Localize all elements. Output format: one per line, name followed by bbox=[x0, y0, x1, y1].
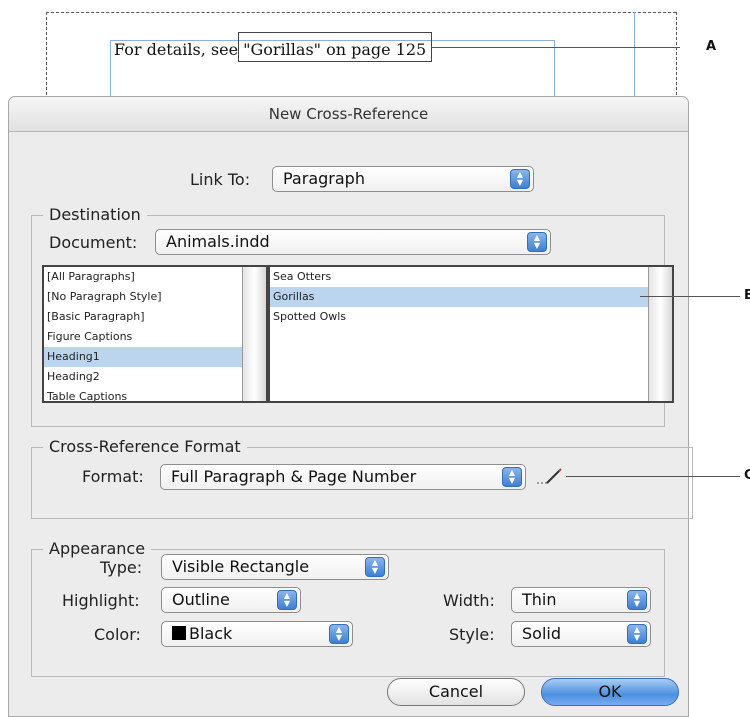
list-item[interactable]: Sea Otters bbox=[270, 267, 672, 287]
format-group-title: Cross-Reference Format bbox=[43, 437, 247, 456]
chevron-updown-icon: ▲ ▼ bbox=[627, 624, 647, 644]
type-value: Visible Rectangle bbox=[172, 557, 310, 576]
format-value: Full Paragraph & Page Number bbox=[171, 467, 417, 486]
chevron-updown-icon: ▲ ▼ bbox=[510, 169, 530, 189]
styles-scrollbar[interactable] bbox=[242, 267, 266, 401]
callout-b-line bbox=[640, 296, 740, 297]
highlight-select[interactable]: Outline ▲ ▼ bbox=[161, 587, 301, 613]
callout-b-label: B bbox=[744, 288, 750, 303]
type-label: Type: bbox=[100, 558, 143, 577]
destination-title: Destination bbox=[43, 205, 147, 224]
page-edge-right bbox=[676, 12, 677, 100]
chevron-updown-icon: ▲ ▼ bbox=[329, 624, 349, 644]
list-item[interactable]: [Basic Paragraph] bbox=[44, 307, 266, 327]
highlight-value: Outline bbox=[172, 590, 230, 609]
style-label: Style: bbox=[449, 625, 495, 644]
list-item[interactable]: Spotted Owls bbox=[270, 307, 672, 327]
link-to-label: Link To: bbox=[190, 170, 251, 189]
chevron-updown-icon: ▲ ▼ bbox=[365, 557, 385, 577]
color-value: Black bbox=[189, 624, 233, 643]
link-to-select[interactable]: Paragraph ▲ ▼ bbox=[272, 166, 534, 192]
color-label: Color: bbox=[94, 625, 141, 644]
page-edge-left bbox=[46, 12, 47, 100]
width-value: Thin bbox=[522, 590, 557, 609]
callout-a-label: A bbox=[706, 39, 717, 54]
chevron-updown-icon: ▲ ▼ bbox=[502, 467, 522, 487]
width-label: Width: bbox=[443, 591, 495, 610]
style-value: Solid bbox=[522, 624, 561, 643]
paragraph-text-list[interactable]: Sea Otters Gorillas Spotted Owls bbox=[268, 265, 674, 403]
format-label: Format: bbox=[82, 467, 144, 486]
format-select[interactable]: Full Paragraph & Page Number ▲ ▼ bbox=[160, 464, 526, 490]
list-item-selected[interactable]: Heading1 bbox=[44, 347, 242, 367]
callout-c-line bbox=[566, 476, 740, 477]
callout-a-line bbox=[432, 47, 680, 48]
callout-c-label: C bbox=[744, 468, 750, 483]
document-text-lead: For details, see bbox=[114, 40, 244, 59]
paragraph-styles-list[interactable]: [All Paragraphs] [No Paragraph Style] [B… bbox=[42, 265, 268, 403]
appearance-title: Appearance bbox=[43, 539, 152, 558]
width-select[interactable]: Thin ▲ ▼ bbox=[511, 587, 651, 613]
paragraphs-scrollbar[interactable] bbox=[648, 267, 672, 401]
new-cross-reference-dialog: New Cross-Reference Link To: Paragraph ▲… bbox=[8, 96, 693, 717]
margin-guide bbox=[634, 12, 635, 100]
list-item[interactable]: Table Captions bbox=[44, 387, 266, 401]
document-select[interactable]: Animals.indd ▲ ▼ bbox=[155, 229, 551, 255]
color-swatch bbox=[172, 626, 186, 640]
ok-button[interactable]: OK bbox=[541, 678, 679, 706]
pencil-icon[interactable] bbox=[535, 465, 565, 489]
text-frame-edge-right bbox=[554, 40, 555, 100]
link-to-value: Paragraph bbox=[283, 169, 365, 188]
list-item[interactable]: [No Paragraph Style] bbox=[44, 287, 266, 307]
chevron-updown-icon: ▲ ▼ bbox=[627, 590, 647, 610]
chevron-updown-icon: ▲ ▼ bbox=[527, 232, 547, 252]
page-edge-top bbox=[46, 12, 676, 13]
cross-reference-outline bbox=[238, 32, 432, 62]
color-select[interactable]: Black ▲ ▼ bbox=[161, 621, 353, 647]
highlight-label: Highlight: bbox=[62, 591, 140, 610]
list-item[interactable]: Heading2 bbox=[44, 367, 266, 387]
list-item[interactable]: Figure Captions bbox=[44, 327, 266, 347]
style-select[interactable]: Solid ▲ ▼ bbox=[511, 621, 651, 647]
document-label: Document: bbox=[49, 233, 138, 252]
document-value: Animals.indd bbox=[166, 232, 270, 251]
cancel-button[interactable]: Cancel bbox=[387, 678, 525, 706]
dialog-title: New Cross-Reference bbox=[9, 97, 688, 132]
list-item-selected[interactable]: Gorillas bbox=[270, 287, 648, 307]
chevron-updown-icon: ▲ ▼ bbox=[277, 590, 297, 610]
type-select[interactable]: Visible Rectangle ▲ ▼ bbox=[161, 554, 389, 580]
list-item[interactable]: [All Paragraphs] bbox=[44, 267, 266, 287]
text-frame-edge-left bbox=[110, 40, 111, 100]
